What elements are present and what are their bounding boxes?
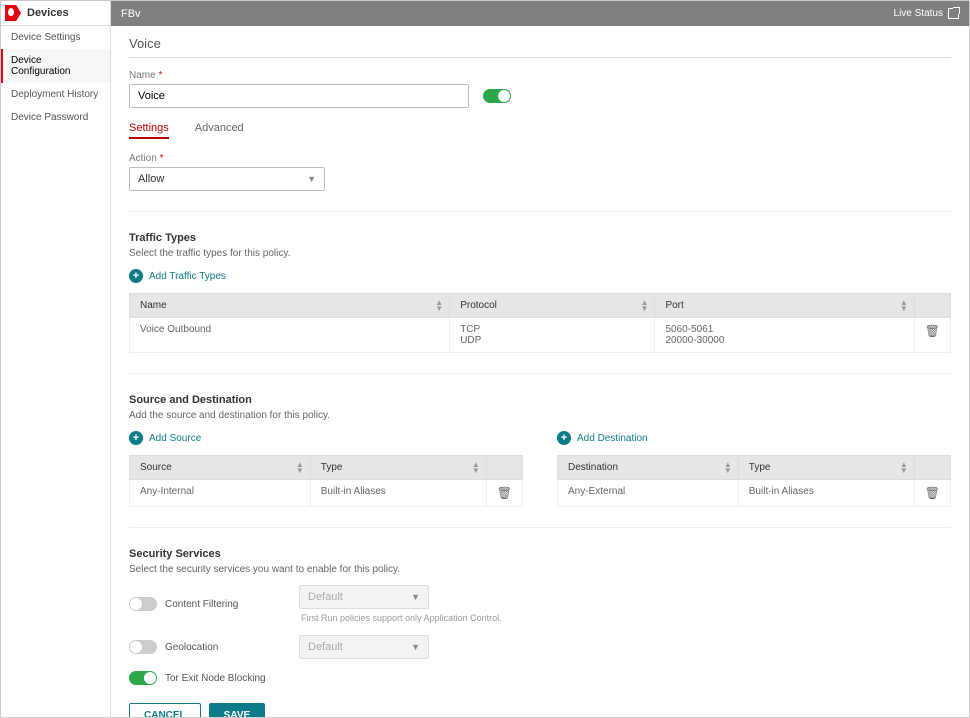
sort-icon: ▲▼ [641,300,649,312]
table-row: Any-Internal Built-in Aliases 🗑 [130,480,523,507]
destination-table: Destination▲▼ Type▲▼ Any-External Built-… [557,455,951,507]
traffic-subtitle: Select the traffic types for this policy… [129,248,951,259]
content-filtering-label: Content Filtering [165,599,238,610]
name-input[interactable] [129,84,469,108]
col-type[interactable]: Type▲▼ [738,456,914,480]
delete-destination-row[interactable]: 🗑 [914,480,950,507]
policy-enabled-toggle[interactable] [483,89,511,103]
device-name: FBv [121,8,141,20]
content-filtering-toggle[interactable] [129,597,157,611]
tab-settings[interactable]: Settings [129,122,169,139]
traffic-title: Traffic Types [129,232,951,244]
flame-icon [5,5,21,21]
srcdst-title: Source and Destination [129,394,951,406]
col-name[interactable]: Name▲▼ [130,294,450,318]
sidebar-title: Devices [27,7,69,19]
tor-label: Tor Exit Node Blocking [165,673,266,684]
table-row: Voice Outbound TCP UDP 5060-5061 20000-3… [130,318,951,353]
security-subtitle: Select the security services you want to… [129,564,951,575]
chevron-down-icon: ▼ [307,174,316,184]
chevron-down-icon: ▼ [411,592,420,602]
trash-icon: 🗑 [925,324,940,338]
geolocation-label: Geolocation [165,642,218,653]
content-filtering-note: First Run policies support only Applicat… [301,613,509,623]
page-title: Voice [129,36,951,58]
srcdst-subtitle: Add the source and destination for this … [129,410,951,421]
action-value: Allow [138,173,164,185]
col-actions [914,294,950,318]
plus-icon: + [557,431,571,445]
source-table: Source▲▼ Type▲▼ Any-Internal Built-in Al… [129,455,523,507]
cancel-button[interactable]: CANCEL [129,703,201,717]
content-filtering-select: Default ▼ [299,585,429,609]
sidebar-header: Devices [1,1,110,26]
traffic-table: Name▲▼ Protocol▲▼ Port▲▼ Voice Outbound … [129,293,951,353]
action-select[interactable]: Allow ▼ [129,167,325,191]
security-title: Security Services [129,548,951,560]
sort-icon: ▲▼ [296,462,304,474]
col-destination[interactable]: Destination▲▼ [558,456,739,480]
col-source[interactable]: Source▲▼ [130,456,311,480]
nav-device-settings[interactable]: Device Settings [1,26,110,49]
delete-source-row[interactable]: 🗑 [486,480,522,507]
sort-icon: ▲▼ [900,300,908,312]
save-button[interactable]: SAVE [209,703,266,717]
geolocation-toggle[interactable] [129,640,157,654]
tor-toggle[interactable] [129,671,157,685]
add-destination[interactable]: + Add Destination [557,431,648,445]
topbar: FBv Live Status [111,1,969,26]
plus-icon: + [129,269,143,283]
action-label: Action * [129,153,951,164]
tab-advanced[interactable]: Advanced [195,122,244,139]
add-source[interactable]: + Add Source [129,431,201,445]
plus-icon: + [129,431,143,445]
trash-icon: 🗑 [925,486,940,500]
sidebar: Devices Device Settings Device Configura… [1,1,111,717]
name-label: Name * [129,70,951,81]
sort-icon: ▲▼ [472,462,480,474]
nav-device-configuration[interactable]: Device Configuration [1,49,110,83]
external-link-icon [948,8,959,19]
chevron-down-icon: ▼ [411,642,420,652]
delete-traffic-row[interactable]: 🗑 [914,318,950,353]
sort-icon: ▲▼ [900,462,908,474]
live-status-link[interactable]: Live Status [894,8,959,19]
trash-icon: 🗑 [497,486,512,500]
geolocation-select: Default ▼ [299,635,429,659]
nav-device-password[interactable]: Device Password [1,106,110,129]
sort-icon: ▲▼ [724,462,732,474]
col-port[interactable]: Port▲▼ [655,294,914,318]
live-status-label: Live Status [894,8,943,19]
add-traffic-types[interactable]: + Add Traffic Types [129,269,226,283]
col-type[interactable]: Type▲▼ [310,456,486,480]
table-row: Any-External Built-in Aliases 🗑 [558,480,951,507]
sort-icon: ▲▼ [435,300,443,312]
nav-deployment-history[interactable]: Deployment History [1,83,110,106]
col-protocol[interactable]: Protocol▲▼ [450,294,655,318]
